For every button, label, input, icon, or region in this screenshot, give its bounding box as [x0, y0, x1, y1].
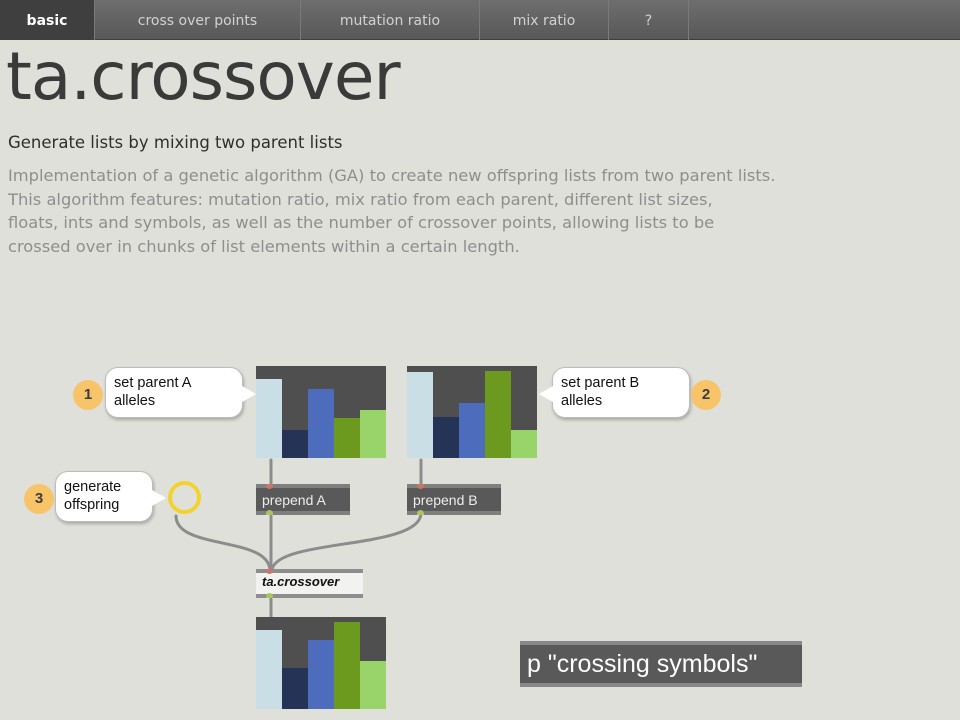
prepend-a-message[interactable]: prepend A — [256, 484, 350, 515]
inlet[interactable] — [266, 484, 273, 489]
crossing-symbols-subpatcher[interactable]: p "crossing symbols" — [520, 641, 802, 687]
outlet[interactable] — [417, 510, 424, 515]
callout-tail — [242, 386, 256, 402]
slider-bar[interactable] — [334, 418, 360, 458]
offspring-multislider[interactable] — [256, 617, 386, 709]
callout-generate-offspring: generate offspring — [55, 471, 153, 522]
prepend-b-label: prepend B — [413, 492, 478, 508]
slider-bar[interactable] — [433, 417, 459, 458]
callout-tail — [539, 386, 553, 402]
outlet[interactable] — [266, 510, 273, 515]
callout-set-parent-a: set parent A alleles — [105, 367, 243, 418]
generate-bang-button[interactable] — [168, 481, 201, 514]
crossover-object-label: ta.crossover — [262, 574, 340, 589]
cord-bang-to-crossover — [174, 514, 272, 572]
callout-set-parent-b: set parent B alleles — [552, 367, 690, 418]
step-badge-3: 3 — [24, 484, 54, 514]
slider-bar[interactable] — [308, 389, 334, 458]
parent-b-multislider[interactable] — [407, 366, 537, 458]
slider-bar[interactable] — [407, 372, 433, 458]
patch-cords — [174, 458, 423, 619]
cord-prepend-b-to-crossover — [270, 511, 423, 572]
step-badge-1: 1 — [73, 380, 103, 410]
callout-line: set parent A — [114, 375, 192, 391]
slider-bar[interactable] — [360, 410, 386, 458]
slider-bar[interactable] — [485, 371, 511, 458]
inlet[interactable] — [417, 484, 424, 489]
slider-bar[interactable] — [511, 430, 537, 458]
callout-line: offspring — [64, 497, 120, 513]
slider-bar[interactable] — [334, 622, 360, 709]
parent-a-multislider[interactable] — [256, 366, 386, 458]
prepend-b-message[interactable]: prepend B — [407, 484, 501, 515]
callout-line: alleles — [114, 393, 156, 409]
slider-bar[interactable] — [282, 668, 308, 709]
callout-line: set parent B — [561, 375, 640, 391]
outlet[interactable] — [266, 593, 273, 598]
callout-line: generate — [64, 479, 122, 495]
callout-tail — [152, 490, 166, 506]
slider-bar[interactable] — [282, 430, 308, 458]
slider-bar[interactable] — [360, 661, 386, 709]
slider-bar[interactable] — [256, 630, 282, 709]
prepend-a-label: prepend A — [262, 492, 326, 508]
step-badge-2: 2 — [691, 380, 721, 410]
callout-line: alleles — [561, 393, 603, 409]
slider-bar[interactable] — [308, 640, 334, 709]
crossover-object[interactable]: ta.crossover — [256, 569, 363, 598]
subpatcher-label: p "crossing symbols" — [527, 650, 758, 678]
slider-bar[interactable] — [256, 379, 282, 458]
slider-bar[interactable] — [459, 403, 485, 458]
